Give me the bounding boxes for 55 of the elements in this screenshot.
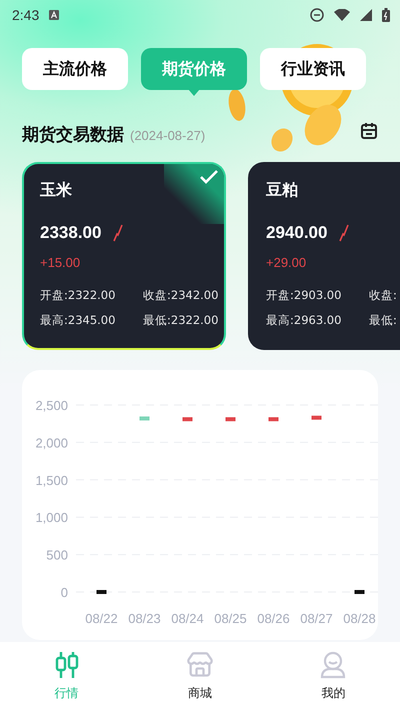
high-price: 最高:2963.00	[266, 313, 342, 328]
calendar-icon[interactable]	[360, 122, 378, 140]
point-marker	[182, 417, 192, 422]
section-title: 期货交易数据	[22, 124, 124, 146]
do-not-disturb-icon	[310, 8, 324, 22]
nav-item[interactable]: 我的	[293, 646, 374, 706]
y-axis-label: 0	[60, 585, 68, 600]
high-price: 最高:2345.00	[40, 313, 116, 328]
price-value: 2940.00	[266, 223, 328, 243]
point-marker	[96, 590, 106, 594]
point-marker	[268, 417, 278, 422]
y-axis-label: 500	[46, 548, 68, 563]
price-change: +15.00	[40, 255, 82, 270]
x-axis-label: 08/23	[128, 611, 161, 626]
price-value: 2338.00	[40, 223, 102, 243]
check-icon	[200, 170, 218, 184]
price-change: +29.00	[266, 255, 308, 270]
x-axis-label: 08/26	[257, 611, 290, 626]
trend-sparkline-icon	[113, 224, 124, 242]
tab[interactable]: 主流价格	[22, 48, 128, 90]
y-axis-label: 2,000	[35, 435, 68, 450]
x-axis-label: 08/27	[300, 611, 333, 626]
trend-sparkline-icon	[339, 224, 350, 242]
commodity-name: 玉米	[40, 180, 73, 201]
open-price: 开盘:2903.00	[266, 288, 342, 303]
battery-icon	[382, 8, 390, 22]
y-axis-label: 1,500	[35, 472, 68, 488]
y-axis-label: 1,000	[35, 510, 68, 526]
point-marker	[140, 416, 150, 420]
status-time: 2:43	[12, 7, 40, 23]
low-price: 最低:2322.00	[143, 313, 220, 328]
futures-card[interactable]: 玉米 2338.00 +15.00 开盘:2322.00 收盘:2342.00 最高:2345.00 最低:2322.00	[22, 162, 226, 350]
point-marker	[354, 590, 364, 594]
x-axis-label: 08/22	[85, 611, 118, 626]
nav-item[interactable]: 商城	[160, 646, 240, 706]
tab[interactable]: 行业资讯	[260, 48, 366, 90]
tab-pointer-icon	[188, 89, 200, 96]
section-date: (2024-08-27)	[130, 128, 206, 143]
commodity-name: 豆粕	[266, 180, 299, 201]
user-icon	[319, 650, 348, 678]
close-price: 收盘:	[369, 288, 398, 303]
store-icon	[186, 650, 214, 678]
open-price: 开盘:2322.00	[40, 288, 116, 303]
x-axis-label: 08/25	[214, 611, 247, 626]
x-axis-label: 08/28	[343, 611, 376, 626]
futures-card[interactable]: 豆粕 2940.00 +29.00 开盘:2903.00 收盘: 最高:2963.00 最低:	[248, 162, 400, 350]
point-marker	[226, 417, 236, 422]
y-axis-label: 2,500	[35, 398, 68, 413]
signal-icon	[360, 9, 372, 21]
notification-icon	[49, 10, 60, 20]
wifi-icon	[334, 9, 350, 21]
x-axis-label: 08/24	[171, 611, 204, 626]
low-price: 最低:	[369, 313, 398, 328]
point-marker	[312, 416, 322, 420]
close-price: 收盘:2342.00	[143, 288, 220, 303]
